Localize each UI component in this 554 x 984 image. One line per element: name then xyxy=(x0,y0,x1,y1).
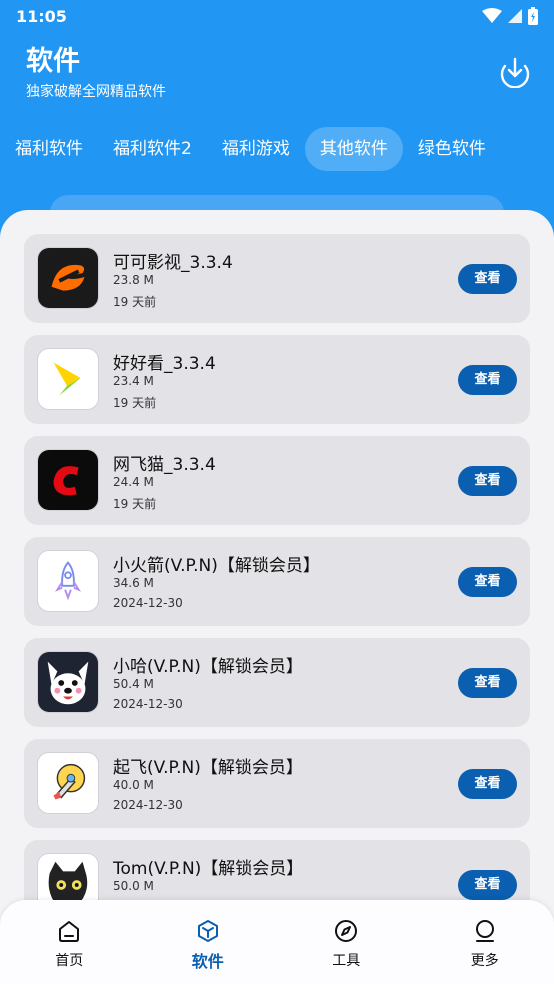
battery-icon xyxy=(528,7,538,25)
takeoff-icon xyxy=(37,752,99,814)
app-date: 19 天前 xyxy=(113,497,157,511)
list-item[interactable]: 好好看_3.3.4 23.4 M 19 天前 查看 xyxy=(24,335,530,424)
nav-more[interactable]: 更多 xyxy=(435,918,535,970)
signal-icon xyxy=(508,9,522,23)
view-button[interactable]: 查看 xyxy=(458,567,517,597)
list-item[interactable]: 起飞(V.P.N)【解锁会员】 40.0 M 2024-12-30 查看 xyxy=(24,739,530,828)
app-size: 40.0 M xyxy=(113,778,154,792)
app-name: 小哈(V.P.N)【解锁会员】 xyxy=(113,657,303,677)
view-button[interactable]: 查看 xyxy=(458,365,517,395)
app-date: 2024-12-30 xyxy=(113,798,183,812)
app-date: 19 天前 xyxy=(113,295,157,309)
app-size: 34.6 M xyxy=(113,576,154,590)
view-button[interactable]: 查看 xyxy=(458,870,517,900)
app-size: 23.8 M xyxy=(113,273,154,287)
app-date: 2024-12-30 xyxy=(113,596,183,610)
app-date: 2024-12-30 xyxy=(113,697,183,711)
nav-home[interactable]: 首页 xyxy=(19,918,119,970)
tab-fuli-games[interactable]: 福利游戏 xyxy=(207,127,305,171)
header: 软件 独家破解全网精品软件 xyxy=(26,44,166,102)
tab-fuli[interactable]: 福利软件 xyxy=(0,127,98,171)
tab-green[interactable]: 绿色软件 xyxy=(403,127,501,171)
app-size: 24.4 M xyxy=(113,475,154,489)
content-sheet: 可可影视_3.3.4 23.8 M 19 天前 查看 好好看_3.3.4 23.… xyxy=(0,210,554,984)
app-name: 可可影视_3.3.4 xyxy=(113,253,233,273)
status-bar: 11:05 xyxy=(0,0,554,32)
status-time: 11:05 xyxy=(16,6,67,26)
list-item[interactable]: 可可影视_3.3.4 23.8 M 19 天前 查看 xyxy=(24,234,530,323)
list-item[interactable]: 小火箭(V.P.N)【解锁会员】 34.6 M 2024-12-30 查看 xyxy=(24,537,530,626)
rocket-icon xyxy=(37,550,99,612)
more-icon xyxy=(475,920,494,942)
app-name: 小火箭(V.P.N)【解锁会员】 xyxy=(113,556,320,576)
app-list: 可可影视_3.3.4 23.8 M 19 天前 查看 好好看_3.3.4 23.… xyxy=(24,234,530,941)
compass-icon xyxy=(335,920,358,942)
app-name: 好好看_3.3.4 xyxy=(113,354,216,374)
box-icon xyxy=(197,920,218,942)
list-item[interactable]: 小哈(V.P.N)【解锁会员】 50.4 M 2024-12-30 查看 xyxy=(24,638,530,727)
app-name: Tom(V.P.N)【解锁会员】 xyxy=(113,859,304,879)
app-name: 起飞(V.P.N)【解锁会员】 xyxy=(113,758,303,778)
tab-fuli-2[interactable]: 福利软件2 xyxy=(98,127,207,171)
page-subtitle: 独家破解全网精品软件 xyxy=(26,84,166,100)
nav-label: 首页 xyxy=(55,953,84,969)
view-button[interactable]: 查看 xyxy=(458,264,517,294)
view-button[interactable]: 查看 xyxy=(458,466,517,496)
app-size: 23.4 M xyxy=(113,374,154,388)
wifi-icon xyxy=(482,8,502,23)
page-title: 软件 xyxy=(26,46,80,77)
wangfeimao-icon xyxy=(37,449,99,511)
tab-other[interactable]: 其他软件 xyxy=(304,127,403,171)
nav-label: 工具 xyxy=(332,953,361,969)
nav-label: 软件 xyxy=(191,952,224,971)
app-size: 50.4 M xyxy=(113,677,154,691)
app-name: 网飞猫_3.3.4 xyxy=(113,455,216,475)
app-size: 50.0 M xyxy=(113,879,154,893)
nav-label: 更多 xyxy=(470,953,499,969)
status-icons xyxy=(482,7,538,25)
download-icon xyxy=(500,57,530,89)
view-button[interactable]: 查看 xyxy=(458,769,517,799)
download-button[interactable] xyxy=(498,54,532,89)
home-icon xyxy=(59,921,80,942)
nav-software[interactable]: 软件 xyxy=(158,918,258,972)
view-button[interactable]: 查看 xyxy=(458,668,517,698)
app-date: 19 天前 xyxy=(113,396,157,410)
husky-icon xyxy=(37,651,99,713)
bottom-nav: 首页 软件 工具 更多 xyxy=(0,900,554,984)
nav-tools[interactable]: 工具 xyxy=(296,918,396,970)
list-item[interactable]: 网飞猫_3.3.4 24.4 M 19 天前 查看 xyxy=(24,436,530,525)
category-tabs: 福利软件 福利软件2 福利游戏 其他软件 绿色软件 xyxy=(0,126,554,172)
haohaokan-icon xyxy=(37,348,99,410)
keke-icon xyxy=(37,247,99,309)
